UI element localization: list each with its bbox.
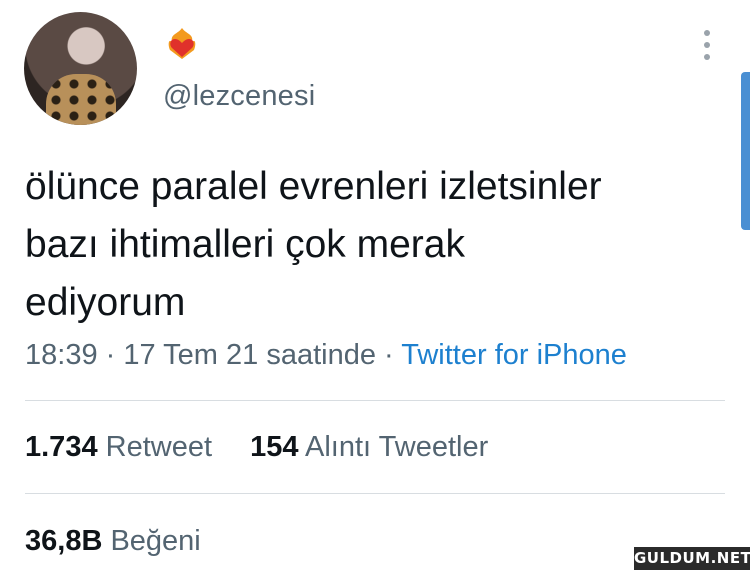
- quotes-stat[interactable]: 154 Alıntı Tweetler: [250, 431, 488, 463]
- separator: ·: [384, 339, 394, 371]
- dot: [704, 42, 710, 48]
- divider: [25, 400, 725, 401]
- flaming-heart-emoji-icon: [168, 28, 196, 59]
- tweet-text-line: bazı ihtimalleri çok merak: [25, 223, 465, 266]
- retweets-count: 1.734: [25, 431, 98, 463]
- tweet-text: ölünce paralel evrenleri izletsinler baz…: [25, 158, 725, 332]
- retweets-label: Retweet: [105, 431, 213, 463]
- quotes-count: 154: [250, 431, 299, 463]
- profile-avatar[interactable]: [24, 12, 137, 125]
- likes-label: Beğeni: [110, 525, 201, 557]
- tweet-text-line: ediyorum: [25, 281, 186, 324]
- tweet-metadata: 18:39 · 17 Tem 21 saatinde · Twitter for…: [25, 339, 627, 372]
- divider: [25, 493, 725, 494]
- retweets-stat[interactable]: 1.734 Retweet: [25, 431, 220, 463]
- separator: ·: [105, 339, 116, 371]
- likes-count: 36,8B: [25, 525, 103, 557]
- more-options-icon[interactable]: [696, 30, 718, 60]
- dot: [704, 30, 710, 36]
- tweet-source-link[interactable]: Twitter for iPhone: [401, 339, 627, 371]
- avatar-scarf: [46, 74, 116, 125]
- scrollbar[interactable]: [741, 72, 750, 230]
- tweet-date: 17 Tem 21 saatinde: [123, 339, 376, 371]
- dot: [704, 54, 710, 60]
- tweet-time: 18:39: [25, 339, 98, 371]
- site-watermark: GULDUM.NET: [634, 547, 750, 570]
- quotes-label: Alıntı Tweetler: [305, 431, 489, 463]
- engagement-stats: 1.734 Retweet 154 Alıntı Tweetler: [25, 431, 488, 464]
- user-handle[interactable]: @lezcenesi: [163, 80, 315, 113]
- tweet-text-line: ölünce paralel evrenleri izletsinler: [25, 165, 602, 208]
- likes-stat[interactable]: 36,8B Beğeni: [25, 525, 201, 558]
